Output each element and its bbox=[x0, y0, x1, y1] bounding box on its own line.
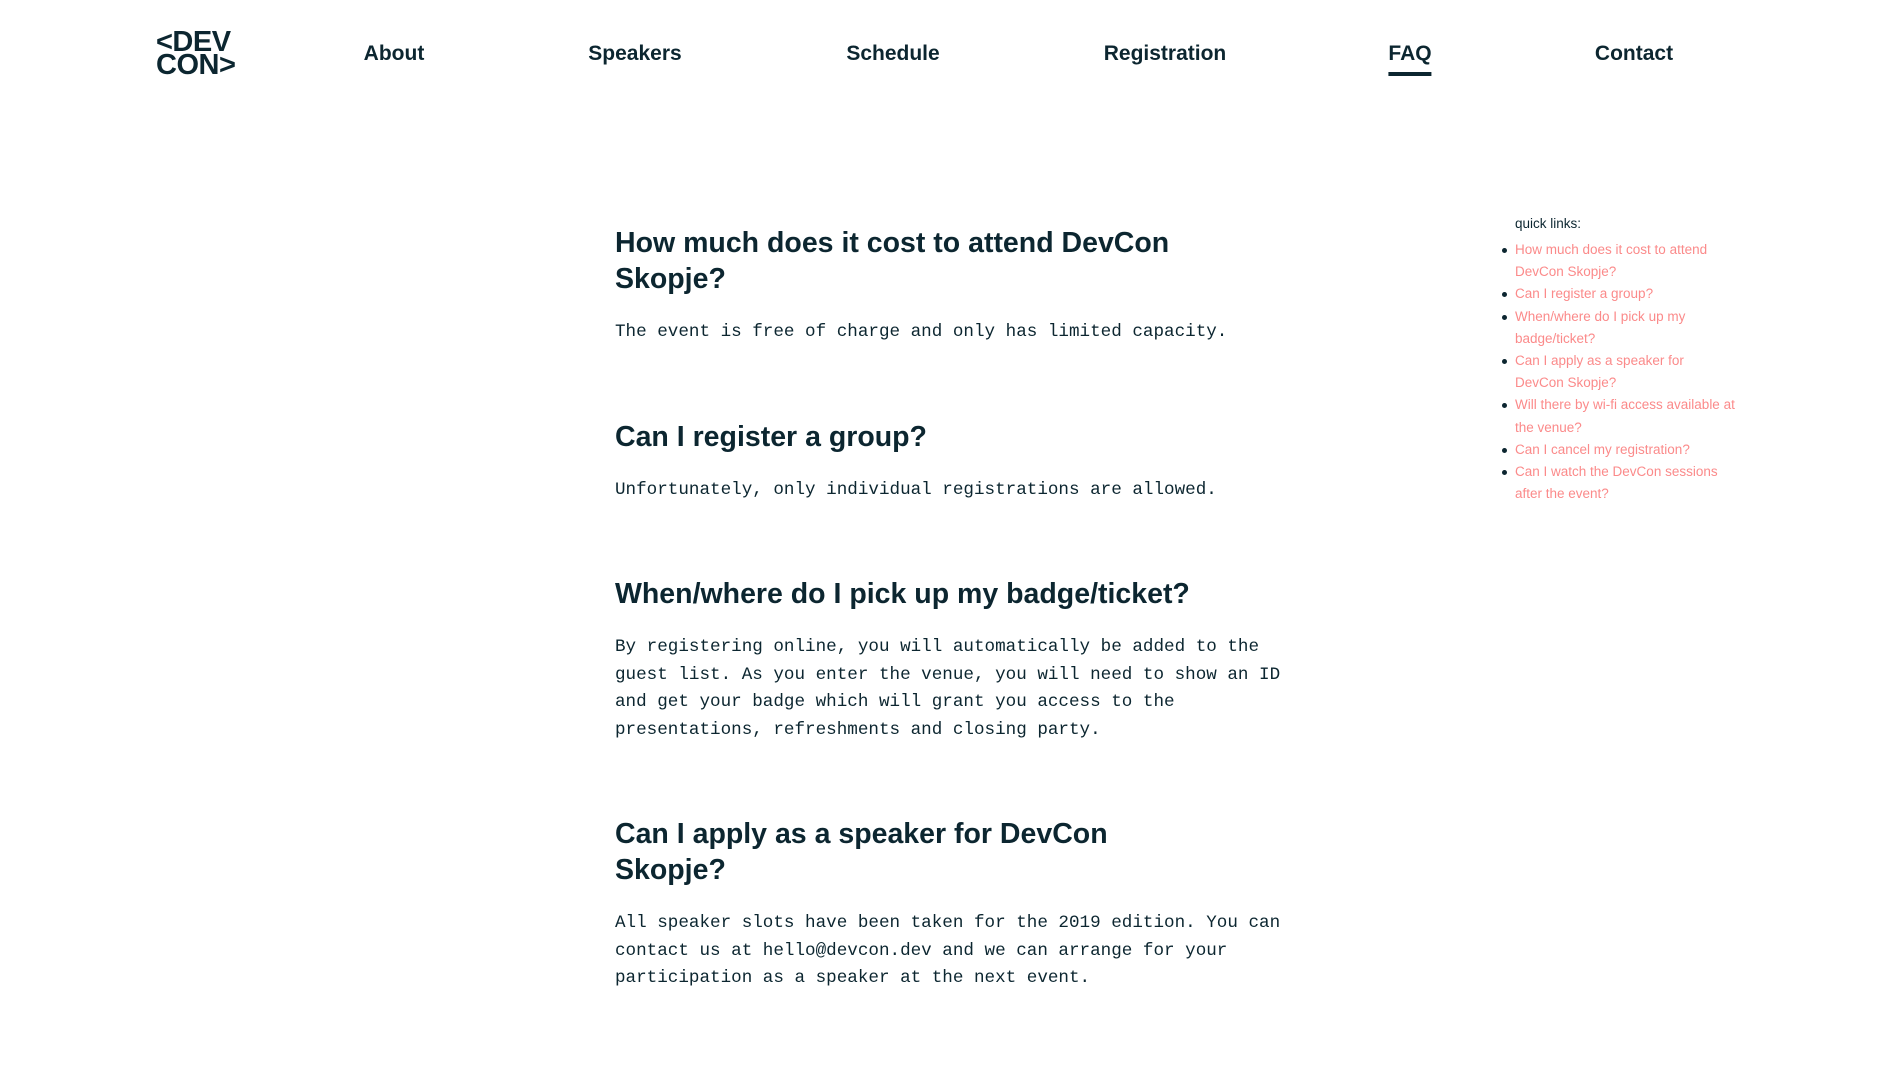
nav-contact[interactable]: Contact bbox=[1595, 42, 1673, 66]
faq-item: When/where do I pick up my badge/ticket?… bbox=[615, 576, 1285, 744]
quick-link-item: Can I apply as a speaker for DevCon Skop… bbox=[1502, 350, 1735, 394]
faq-question: When/where do I pick up my badge/ticket? bbox=[615, 578, 1190, 610]
quick-link[interactable]: When/where do I pick up my badge/ticket? bbox=[1515, 309, 1685, 346]
quick-link-item: How much does it cost to attend DevCon S… bbox=[1502, 239, 1735, 283]
quick-link[interactable]: Can I apply as a speaker for DevCon Skop… bbox=[1515, 353, 1684, 390]
quick-link[interactable]: Will there by wi-fi access available at … bbox=[1515, 397, 1735, 434]
faq-answer: Unfortunately, only individual registrat… bbox=[615, 479, 1217, 500]
faq-question: Can I apply as a speaker for DevCon Skop… bbox=[615, 818, 1108, 886]
nav-schedule[interactable]: Schedule bbox=[846, 42, 939, 66]
faq-list: How much does it cost to attend DevCon S… bbox=[615, 225, 1285, 1065]
faq-answer: All speaker slots have been taken for th… bbox=[615, 913, 1281, 988]
quick-link-item: Can I cancel my registration? bbox=[1502, 439, 1735, 461]
nav-faq[interactable]: FAQ bbox=[1388, 42, 1432, 76]
nav-registration[interactable]: Registration bbox=[1104, 42, 1227, 66]
quick-link-item: Can I register a group? bbox=[1502, 283, 1735, 305]
quick-link-item: When/where do I pick up my badge/ticket? bbox=[1502, 306, 1735, 350]
nav-speakers[interactable]: Speakers bbox=[588, 42, 681, 66]
faq-item: Can I apply as a speaker for DevCon Skop… bbox=[615, 816, 1285, 993]
quick-links: quick links: How much does it cost to at… bbox=[1502, 216, 1735, 505]
quick-links-list: How much does it cost to attend DevCon S… bbox=[1502, 239, 1735, 505]
quick-link[interactable]: Can I register a group? bbox=[1515, 286, 1653, 301]
faq-item: How much does it cost to attend DevCon S… bbox=[615, 225, 1285, 347]
site-header: <DEV CON> About Speakers Schedule Regist… bbox=[0, 0, 1885, 110]
faq-answer: The event is free of charge and only has… bbox=[615, 322, 1228, 342]
faq-answer: By registering online, you will automati… bbox=[615, 637, 1281, 740]
quick-link-item: Can I watch the DevCon sessions after th… bbox=[1502, 461, 1735, 505]
logo-line-2: CON> bbox=[156, 49, 236, 81]
quick-link[interactable]: Can I cancel my registration? bbox=[1515, 442, 1690, 457]
nav-about[interactable]: About bbox=[364, 42, 425, 66]
devcon-logo[interactable]: <DEV CON> bbox=[156, 28, 240, 81]
faq-item: Can I register a group? Unfortunately, o… bbox=[615, 419, 1285, 505]
quick-links-title: quick links: bbox=[1515, 216, 1582, 231]
quick-link-item: Will there by wi-fi access available at … bbox=[1502, 394, 1735, 438]
faq-question: Can I register a group? bbox=[615, 420, 927, 453]
quick-link[interactable]: How much does it cost to attend DevCon S… bbox=[1515, 242, 1707, 279]
faq-question: How much does it cost to attend DevCon S… bbox=[615, 227, 1170, 295]
quick-link[interactable]: Can I watch the DevCon sessions after th… bbox=[1515, 464, 1718, 501]
